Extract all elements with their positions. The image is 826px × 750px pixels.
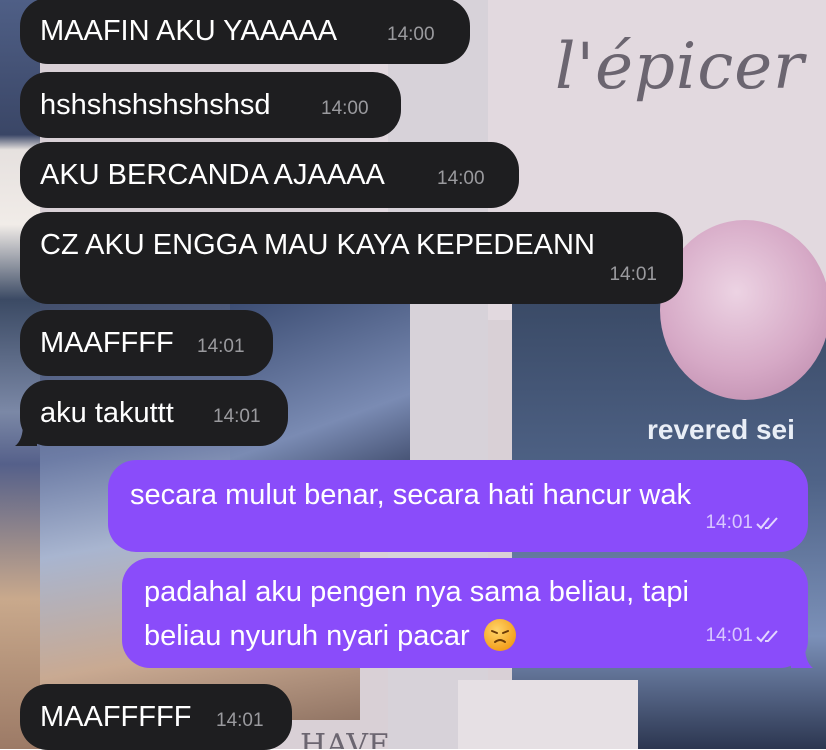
message-time-label: 14:01 — [705, 625, 753, 646]
message-time: 14:00 — [321, 98, 369, 119]
outgoing-message[interactable]: padahal aku pengen nya sama beliau, tapi… — [122, 558, 813, 668]
message-text: MAAFFFF — [40, 327, 174, 359]
incoming-message[interactable]: MAAFIN AKU YAAAAA 14:00 — [20, 0, 470, 64]
message-text: AKU BERCANDA AJAAAA — [40, 159, 385, 191]
bubble-tail — [791, 646, 813, 668]
incoming-message[interactable]: MAAFFFF 14:01 — [20, 310, 273, 376]
message-time: 14:01 — [216, 710, 264, 731]
message-text-line: padahal aku pengen nya sama beliau, tapi — [144, 576, 689, 608]
message-time-label: 14:01 — [705, 512, 753, 533]
message-text: CZ AKU ENGGA MAU KAYA KEPEDEANN — [40, 229, 595, 261]
message-time: 14:01 — [609, 256, 657, 294]
double-check-icon — [756, 517, 778, 530]
message-list: MAAFIN AKU YAAAAA 14:00 hshshshshshshsd … — [0, 0, 826, 750]
incoming-message[interactable]: aku takuttt 14:01 — [15, 380, 288, 446]
message-time: 14:01 — [213, 406, 261, 427]
bubble-tail — [15, 424, 37, 446]
incoming-message[interactable]: AKU BERCANDA AJAAAA 14:00 — [20, 142, 519, 208]
message-text: hshshshshshshsd — [40, 89, 271, 121]
incoming-message[interactable]: MAAFFFFF 14:01 — [20, 684, 292, 750]
message-text-line-2: beliau nyuruh nyari pacar — [144, 620, 470, 652]
message-text: secara mulut benar, secara hati hancur w… — [130, 479, 691, 511]
message-text: MAAFIN AKU YAAAAA — [40, 15, 338, 47]
outgoing-message[interactable]: secara mulut benar, secara hati hancur w… — [108, 460, 808, 552]
incoming-message[interactable]: hshshshshshshsd 14:00 — [20, 72, 401, 138]
message-time: 14:01 — [197, 336, 245, 357]
incoming-message[interactable]: CZ AKU ENGGA MAU KAYA KEPEDEANN 14:01 — [20, 212, 683, 304]
message-time-label: 14:01 — [609, 264, 657, 285]
disappointed-face-icon — [483, 619, 516, 651]
message-text-line: beliau nyuruh nyari pacar — [144, 614, 786, 658]
message-text: MAAFFFFF — [40, 701, 192, 733]
message-text: aku takuttt — [40, 397, 174, 429]
message-time: 14:00 — [387, 24, 435, 45]
double-check-icon — [756, 630, 778, 643]
message-time: 14:01 — [705, 614, 782, 658]
message-time: 14:00 — [437, 168, 485, 189]
message-time: 14:01 — [705, 504, 782, 542]
